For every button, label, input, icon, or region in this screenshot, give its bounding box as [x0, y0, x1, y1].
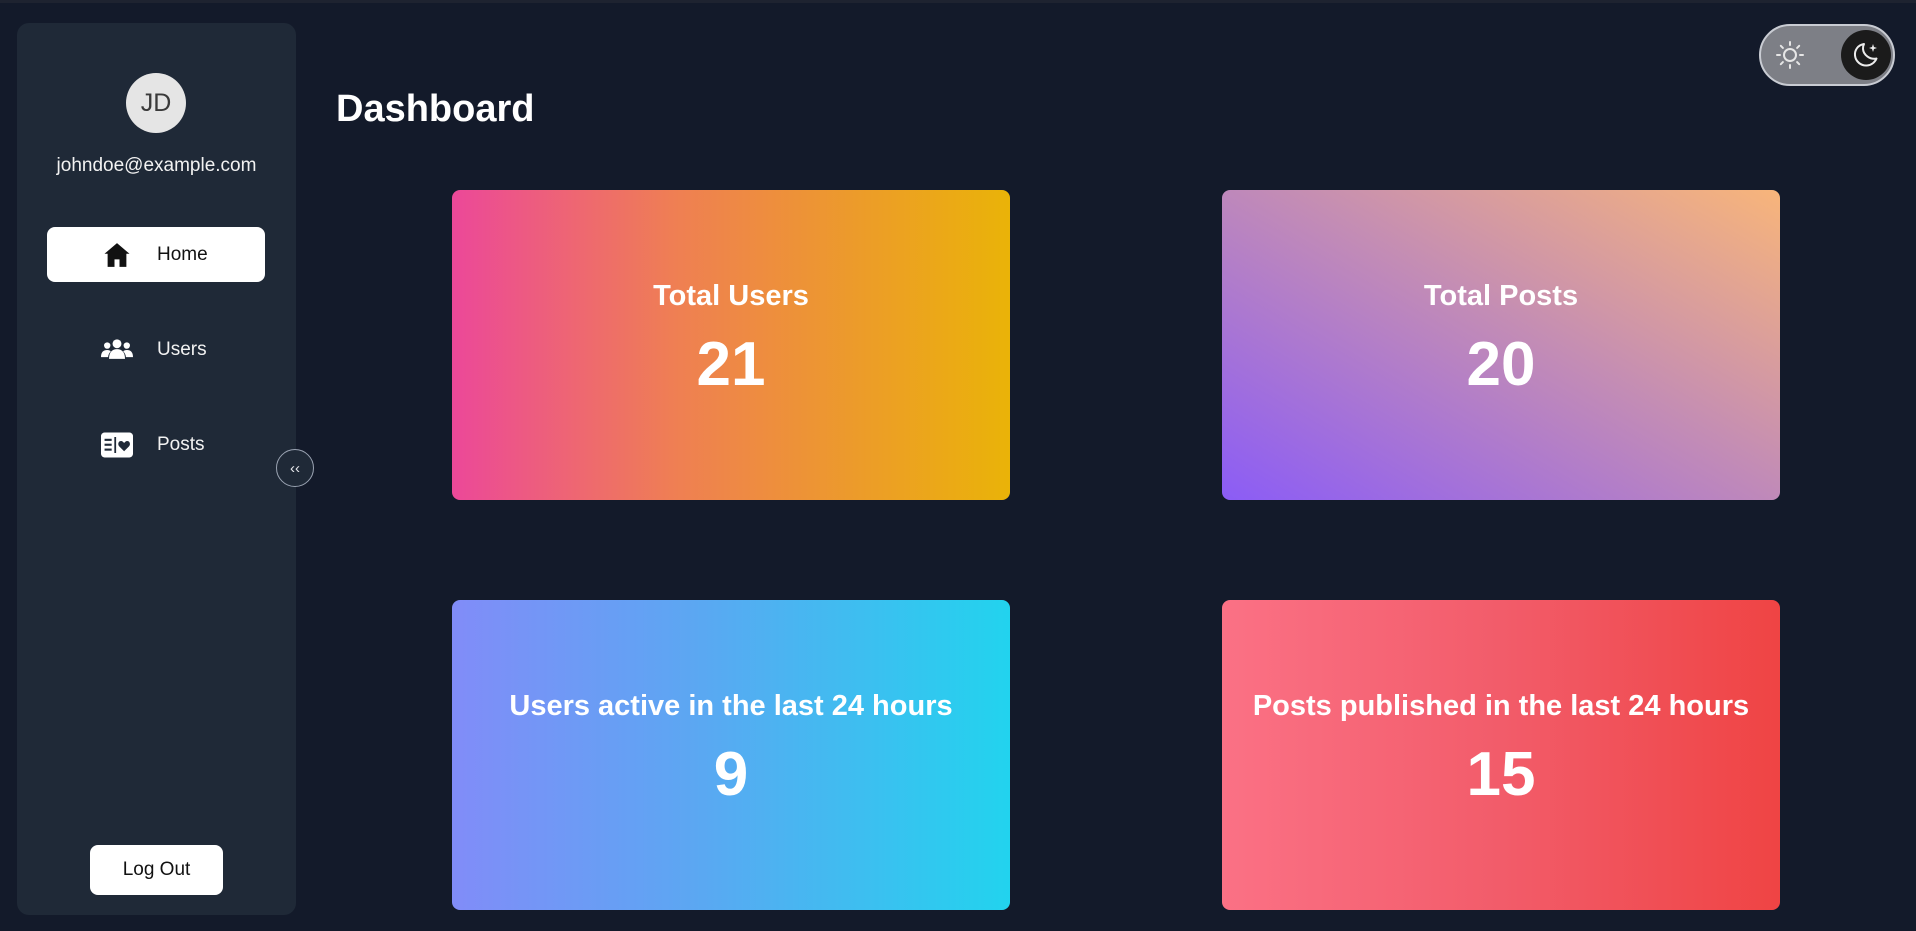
chevrons-left-icon: ‹‹: [290, 459, 300, 477]
stat-card-active-users: Users active in the last 24 hours 9: [452, 600, 1010, 910]
moon-icon: [1841, 30, 1891, 80]
stat-card-total-posts: Total Posts 20: [1222, 190, 1780, 500]
sidebar-item-users[interactable]: Users: [47, 322, 265, 377]
collapse-sidebar-button[interactable]: ‹‹: [276, 449, 314, 487]
stat-label: Users active in the last 24 hours: [509, 690, 953, 722]
theme-toggle[interactable]: [1759, 24, 1895, 86]
user-email: johndoe@example.com: [56, 155, 257, 176]
top-border: [0, 0, 1916, 3]
stat-label: Total Posts: [1423, 280, 1579, 312]
sidebar-item-label: Users: [157, 339, 207, 360]
sidebar: JD johndoe@example.com Home Users Posts …: [17, 23, 296, 915]
sun-icon: [1775, 40, 1805, 70]
home-icon: [101, 239, 133, 271]
stat-card-published-posts: Posts published in the last 24 hours 15: [1222, 600, 1780, 910]
stat-value: 15: [1466, 740, 1536, 809]
page-title: Dashboard: [336, 88, 535, 130]
stat-value: 21: [696, 330, 766, 399]
stat-value: 9: [713, 740, 749, 809]
stat-card-total-users: Total Users 21: [452, 190, 1010, 500]
sidebar-item-posts[interactable]: Posts: [47, 417, 265, 472]
stat-label: Posts published in the last 24 hours: [1252, 690, 1750, 722]
avatar[interactable]: JD: [126, 73, 186, 133]
users-icon: [101, 334, 133, 366]
logout-button[interactable]: Log Out: [90, 845, 223, 895]
stat-value: 20: [1466, 330, 1536, 399]
posts-icon: [101, 429, 133, 461]
sidebar-item-home[interactable]: Home: [47, 227, 265, 282]
sidebar-item-label: Home: [157, 244, 208, 265]
sidebar-item-label: Posts: [157, 434, 205, 455]
stat-label: Total Users: [653, 280, 809, 312]
